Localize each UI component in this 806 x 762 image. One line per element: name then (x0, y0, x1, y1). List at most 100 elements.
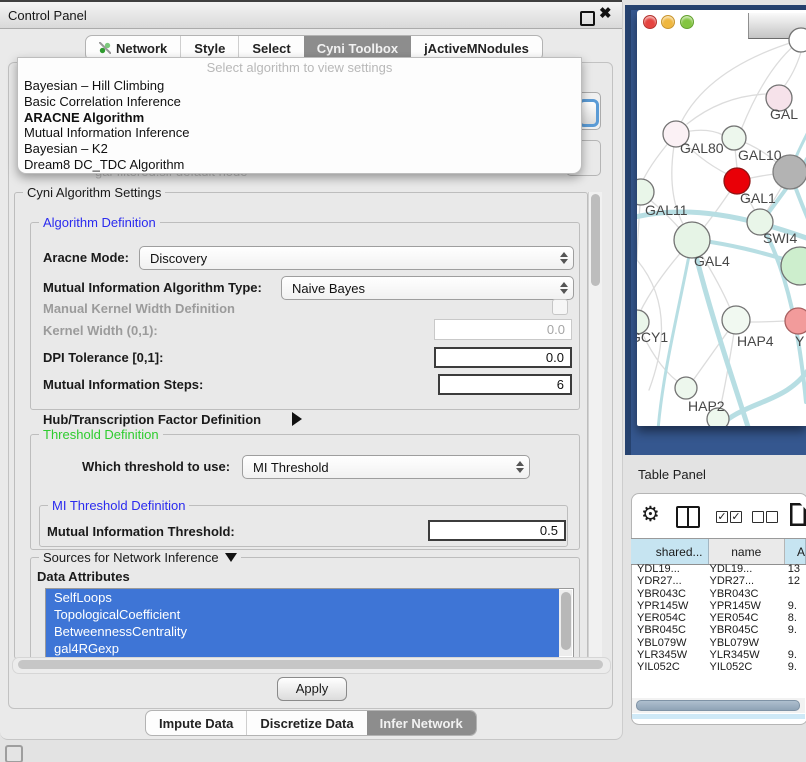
dpi-tolerance-label: DPI Tolerance [0,1]: (43, 350, 163, 365)
table-cell: YDR27... (706, 575, 784, 587)
attribute-item-selfloops[interactable]: SelfLoops (46, 589, 559, 606)
table-row[interactable]: YPR145WYPR145W9. (631, 600, 806, 612)
table-cell: YBR045C (631, 624, 706, 636)
column-header-name[interactable]: name (709, 539, 785, 564)
attribute-item-topologicalcoefficient[interactable]: TopologicalCoefficient (46, 606, 559, 623)
algorithm-item-aracne-algorithm[interactable]: ARACNE Algorithm (18, 110, 581, 126)
network-node-label: GAL10 (738, 147, 782, 163)
bottom-tabstrip: Impute DataDiscretize DataInfer Network (145, 710, 477, 736)
table-cell: YPR145W (631, 600, 706, 612)
list-scrollbar[interactable] (559, 590, 572, 656)
mi-type-value: Naive Bayes (282, 281, 555, 296)
settings-horizontal-scrollbar[interactable] (12, 657, 611, 674)
frame-shadow-left (625, 5, 631, 455)
column-header-partial[interactable]: A (785, 539, 806, 564)
network-node[interactable] (789, 28, 806, 52)
table-cell: YBL079W (631, 637, 706, 649)
table-cell: YBR043C (631, 588, 706, 600)
table-row[interactable]: YBR045CYBR045C9. (631, 624, 806, 636)
network-node-label: GCY1 (637, 329, 668, 345)
kernel-width-field: 0.0 (434, 319, 572, 340)
manual-kernel-label: Manual Kernel Width Definition (43, 301, 235, 316)
expand-arrow-icon[interactable] (292, 412, 302, 426)
close-icon[interactable]: ✖ (599, 4, 612, 22)
network-graph: GALGAL80GAL10GAL1GAL11SWI4GAL4GCY1HAP4YH… (637, 10, 806, 426)
which-threshold-combo[interactable]: MI Threshold (242, 455, 530, 479)
threshold-definition-title: Threshold Definition (39, 427, 163, 442)
table-cell: YPR145W (706, 600, 784, 612)
table-cell: YDL19... (631, 563, 706, 575)
combo-spinner-icon (511, 461, 529, 473)
table-row[interactable]: YIL052CYIL052C9. (631, 661, 806, 670)
network-node-label: GAL1 (740, 190, 776, 206)
table-cell: 9. (785, 649, 806, 661)
manual-kernel-checkbox[interactable] (552, 299, 568, 315)
algorithm-item-bayesian-k2[interactable]: Bayesian – K2 (18, 141, 581, 157)
table-cell (785, 588, 806, 600)
attribute-item-betweennesscentrality[interactable]: BetweennessCentrality (46, 623, 559, 640)
table-cell: YDR27... (631, 575, 706, 587)
algorithm-item-dream8-dc-tdc-algorithm[interactable]: Dream8 DC_TDC Algorithm (18, 157, 581, 173)
algorithm-item-bayesian-hill-climbing[interactable]: Bayesian – Hill Climbing (18, 78, 581, 94)
network-node-label: HAP2 (688, 398, 725, 414)
mi-type-combo[interactable]: Naive Bayes (281, 276, 574, 300)
network-node-y[interactable] (785, 308, 806, 334)
table-cell: YER054C (706, 612, 784, 624)
table-cell: YLR345W (706, 649, 784, 661)
network-node-label: HAP4 (737, 333, 774, 349)
collapsed-panel-icon[interactable] (5, 745, 23, 762)
table-horizontal-scrollbar[interactable] (632, 698, 805, 713)
apply-button[interactable]: Apply (277, 677, 347, 701)
tab-impute-data[interactable]: Impute Data (146, 711, 246, 735)
algorithm-list: Bayesian – Hill ClimbingBasic Correlatio… (18, 78, 581, 173)
panel-title: Control Panel (0, 8, 87, 23)
select-all-checkbox-icon[interactable]: ✓ (716, 511, 728, 523)
algorithm-item-mutual-information-inference[interactable]: Mutual Information Inference (18, 125, 581, 141)
tab-discretize-data[interactable]: Discretize Data (246, 711, 366, 735)
which-threshold-value: MI Threshold (243, 460, 511, 475)
gear-icon[interactable]: ⚙ (641, 503, 660, 527)
split-columns-icon[interactable] (676, 506, 700, 528)
mi-threshold-group-title: MI Threshold Definition (48, 498, 189, 513)
table-row[interactable]: YER054CYER054C8. (631, 612, 806, 624)
attribute-item-gal4rgexp[interactable]: gal4RGexp (46, 640, 559, 657)
column-header-shared-name[interactable]: shared... (631, 539, 709, 564)
mi-threshold-label: Mutual Information Threshold: (47, 524, 235, 539)
which-threshold-label: Which threshold to use: (82, 459, 230, 474)
table-row[interactable]: YBR043CYBR043C (631, 588, 806, 600)
deselect-checkbox-icon[interactable] (766, 511, 778, 523)
network-edge (783, 52, 801, 88)
screen: Control Panel ✖ NetworkStyleSelectCyni T… (0, 0, 806, 762)
data-attributes-list[interactable]: SelfLoopsTopologicalCoefficientBetweenne… (45, 588, 574, 658)
kernel-width-label: Kernel Width (0,1): (43, 323, 158, 338)
float-window-icon[interactable] (580, 11, 595, 26)
dpi-tolerance-field[interactable]: 0.0 (434, 347, 572, 368)
network-node-hap4[interactable] (722, 306, 750, 334)
mi-steps-field[interactable]: 6 (438, 374, 572, 395)
table-row[interactable]: YLR345WYLR345W9. (631, 649, 806, 661)
aracne-mode-combo[interactable]: Discovery (139, 246, 574, 270)
sources-group-title[interactable]: Sources for Network Inference (39, 550, 241, 565)
table-cell: YBR045C (706, 624, 784, 636)
combo-spinner-icon (555, 252, 573, 264)
network-node-label: Y (795, 333, 805, 349)
table-cell: YBR043C (706, 588, 784, 600)
network-edge (750, 321, 785, 322)
table-row[interactable]: YDL19...YDL19...13 (631, 563, 806, 575)
network-node-label: SWI4 (763, 230, 797, 246)
deselect-checkbox-icon[interactable] (752, 511, 764, 523)
mi-threshold-field[interactable]: 0.5 (428, 520, 566, 541)
select-all-checkbox-icon[interactable]: ✓ (730, 511, 742, 523)
mi-type-label: Mutual Information Algorithm Type: (43, 280, 262, 295)
table-row[interactable]: YDR27...YDR27...12 (631, 575, 806, 587)
settings-vertical-scrollbar[interactable] (588, 192, 602, 657)
tab-infer-network[interactable]: Infer Network (367, 711, 476, 735)
table-cell: 9. (785, 624, 806, 636)
data-attributes-label: Data Attributes (37, 569, 130, 584)
network-node-hap2[interactable] (675, 377, 697, 399)
table-row[interactable]: YBL079WYBL079W (631, 637, 806, 649)
network-edge (687, 94, 766, 124)
algorithm-item-basic-correlation-inference[interactable]: Basic Correlation Inference (18, 94, 581, 110)
table-cell: 9. (785, 600, 806, 612)
control-panel-titlebar: Control Panel (0, 2, 622, 29)
